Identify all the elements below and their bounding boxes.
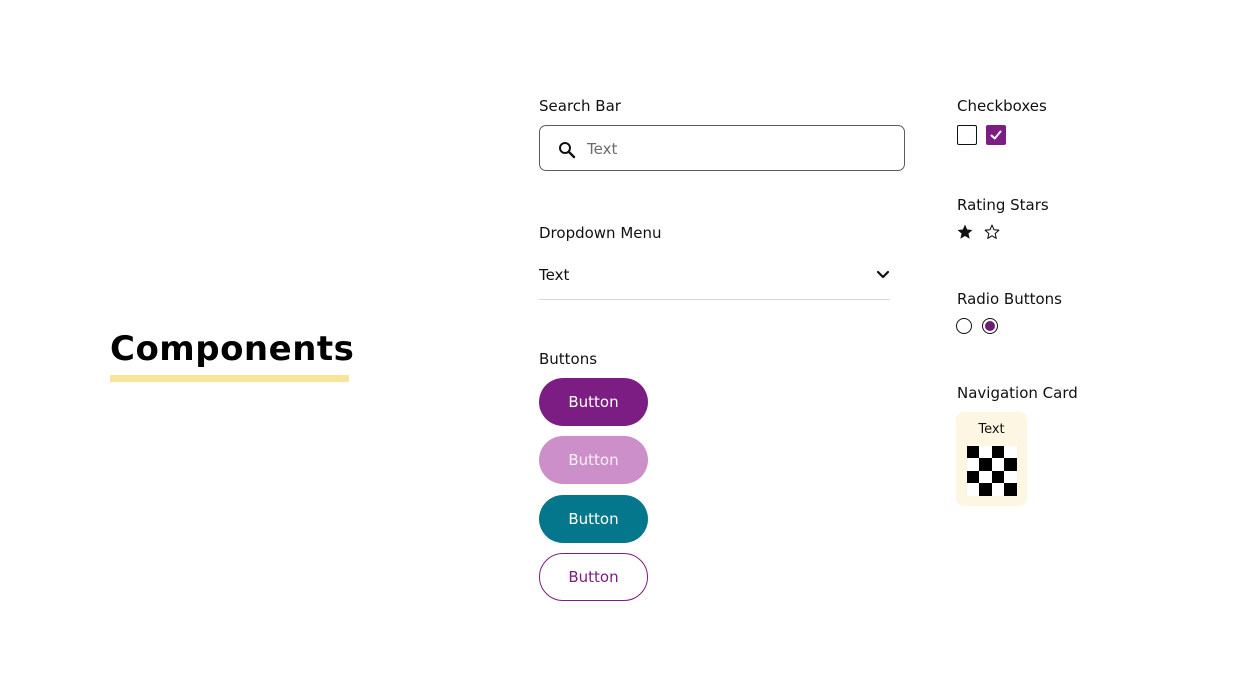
- rating-stars-label: Rating Stars: [957, 196, 1049, 214]
- search-icon: [559, 142, 576, 159]
- primary-button[interactable]: Button: [539, 378, 648, 426]
- navigation-card[interactable]: Text: [956, 412, 1027, 506]
- page-title: Components: [110, 329, 355, 369]
- checkboxes-label: Checkboxes: [957, 97, 1047, 115]
- radio-buttons-label: Radio Buttons: [957, 290, 1062, 308]
- radio-selected[interactable]: [982, 318, 998, 334]
- outline-button[interactable]: Button: [539, 553, 648, 601]
- title-underline: [110, 375, 349, 382]
- navigation-card-label: Navigation Card: [957, 384, 1078, 402]
- checkbox-checked[interactable]: [986, 125, 1006, 145]
- search-bar-label: Search Bar: [539, 97, 621, 115]
- page-heading: Components: [110, 326, 355, 382]
- secondary-button[interactable]: Button: [539, 495, 648, 543]
- navigation-card-text: Text: [978, 422, 1005, 437]
- radio-unselected[interactable]: [956, 318, 972, 334]
- dropdown-selected-value: Text: [539, 266, 570, 284]
- star-outline-icon[interactable]: [983, 223, 1001, 241]
- radio-selected-dot: [985, 321, 995, 331]
- disabled-button[interactable]: Button: [539, 436, 648, 484]
- dropdown-menu[interactable]: Text: [539, 262, 890, 300]
- search-input[interactable]: [587, 138, 887, 160]
- dropdown-label: Dropdown Menu: [539, 224, 662, 242]
- chevron-down-icon: [876, 270, 890, 279]
- buttons-label: Buttons: [539, 350, 598, 368]
- star-filled-icon[interactable]: [956, 223, 974, 241]
- search-bar[interactable]: [539, 125, 905, 171]
- checkbox-unchecked[interactable]: [957, 125, 977, 145]
- checkmark-icon: [990, 130, 1002, 140]
- checker-pattern-icon: [967, 446, 1017, 496]
